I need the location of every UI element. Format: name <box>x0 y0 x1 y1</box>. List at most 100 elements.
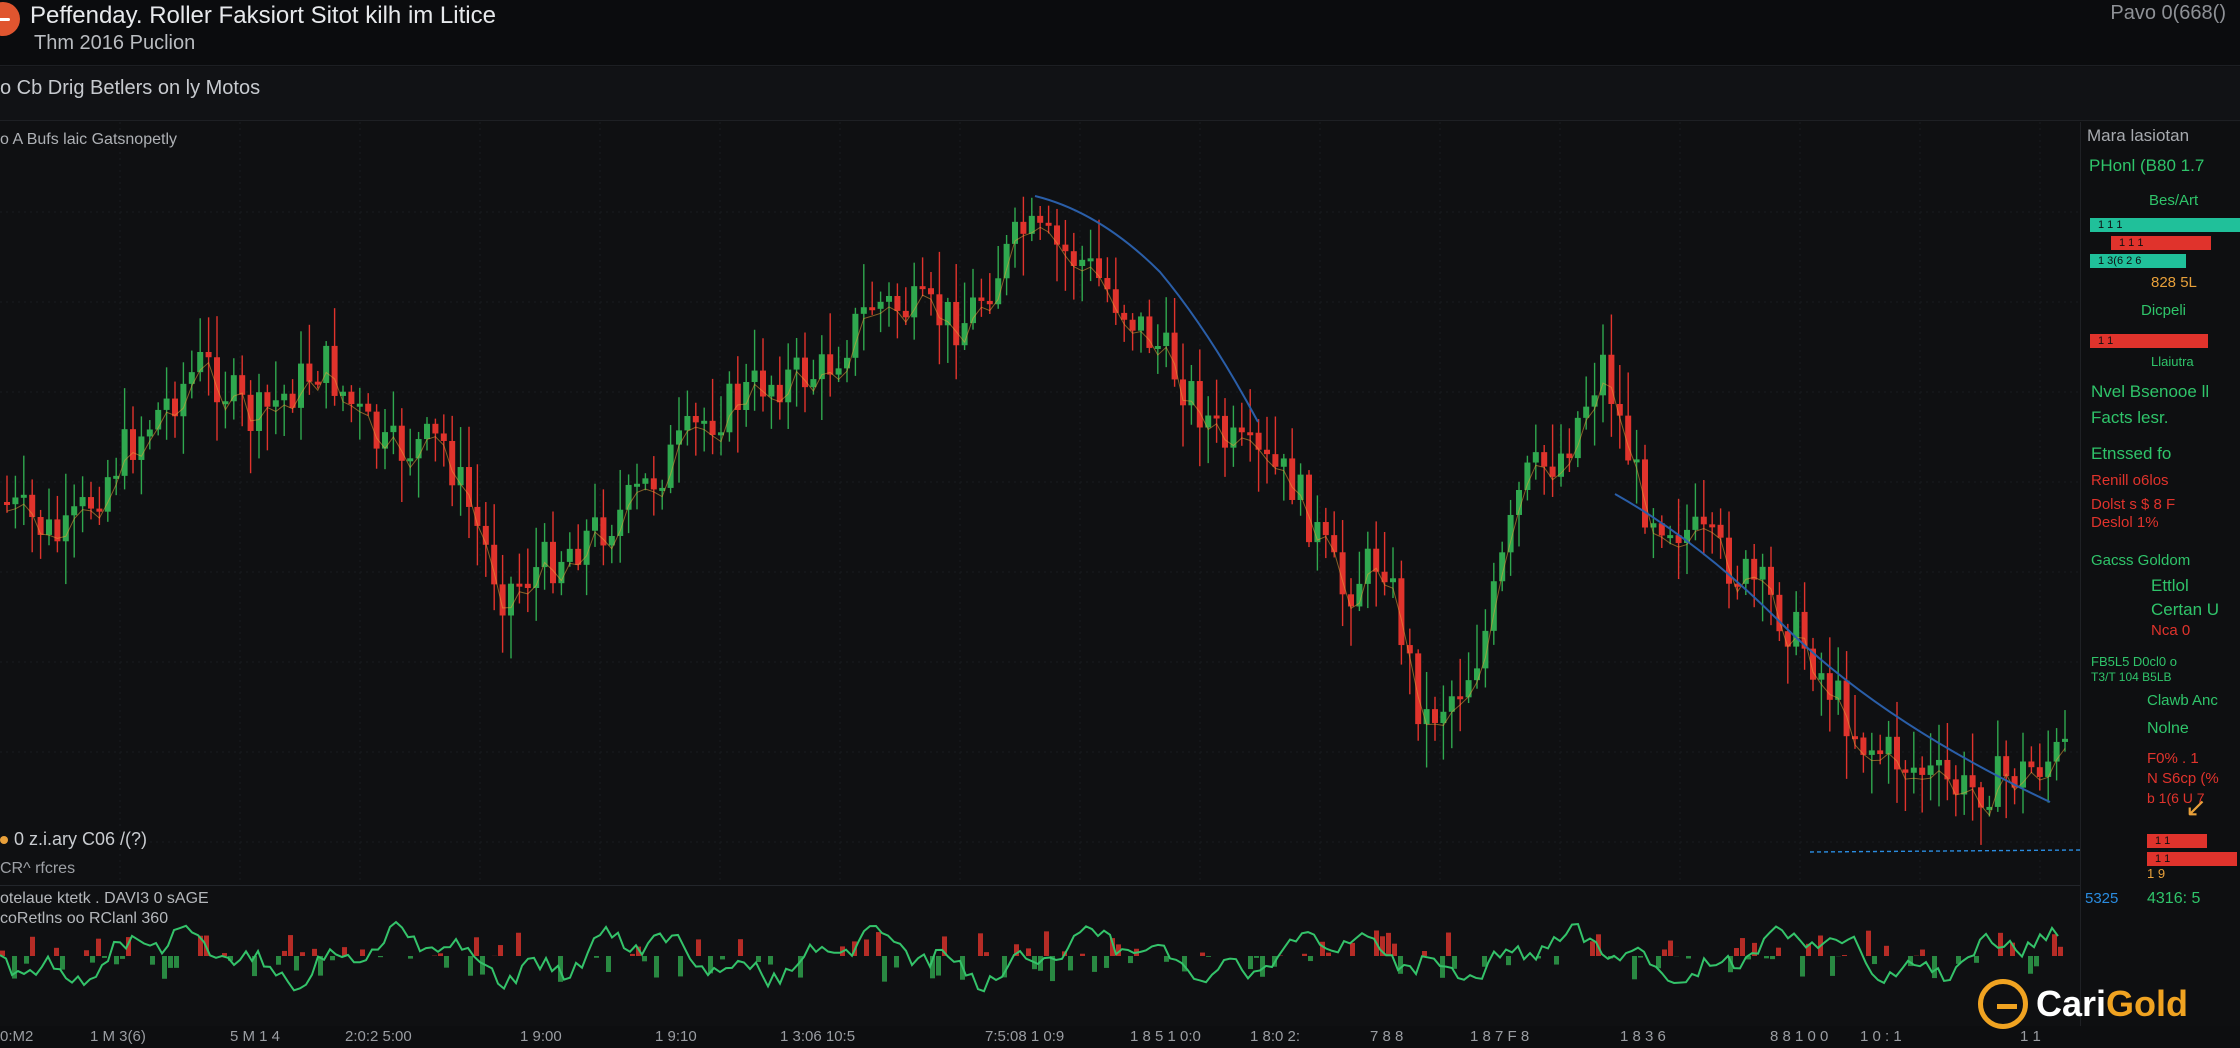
brand-name-part-2: Gold <box>2106 983 2189 1024</box>
histogram-bar <box>936 956 941 976</box>
candle-body <box>1549 466 1556 477</box>
panel-estimated: Etnssed fo <box>2091 444 2172 463</box>
histogram-bar <box>54 947 59 956</box>
candle-body <box>62 515 69 542</box>
price-chart-pane[interactable]: o A Bufs laic Gatsnopetly 0 z.i.ary C06 … <box>0 122 2080 884</box>
panel-delta: Dolst s $ 8 F <box>2091 496 2176 513</box>
time-axis[interactable]: 0:M2 1 M 3(6) 5 M 1 4 2:0:2 5:00 1 9:00 1 9:1… <box>0 1026 2240 1048</box>
histogram-bar <box>768 956 773 965</box>
panel-chart-anc: Clawb Anc <box>2147 692 2218 709</box>
candle-body <box>1238 427 1245 433</box>
candle-body <box>1364 548 1371 584</box>
candle-body <box>1448 696 1455 712</box>
histogram-bar <box>1884 945 1889 956</box>
histogram-bar <box>468 956 473 976</box>
candle-body <box>709 420 716 435</box>
histogram-bar <box>1452 956 1457 969</box>
panel-liquidity: Llaiutra <box>2151 354 2194 369</box>
histogram-bar <box>1044 931 1049 956</box>
panel-value: 828 5L <box>2151 274 2197 291</box>
candle-body <box>146 429 153 437</box>
panel-depth: Dicpeli <box>2141 302 2187 319</box>
candle-body <box>760 370 766 397</box>
candle-body <box>298 363 304 408</box>
histogram-bar <box>882 956 887 982</box>
candle-body <box>566 548 573 562</box>
candle-body <box>1196 381 1203 428</box>
ask-bar[interactable]: 1 1 1 <box>2111 236 2211 250</box>
candlestick-chart[interactable] <box>0 122 2080 884</box>
candle-body <box>1087 258 1094 262</box>
candle-body <box>928 288 934 295</box>
oscillator-chart[interactable] <box>0 886 2080 1026</box>
window-title: Peffenday. Roller Faksiort Sitot kilh im… <box>30 2 496 29</box>
histogram-bar <box>1920 949 1925 956</box>
candle-body <box>1465 680 1472 698</box>
price-level-line <box>1809 849 2080 853</box>
signal-bar-1[interactable]: 1 1 <box>2147 834 2207 848</box>
time-axis-label: 1 9:00 <box>520 1028 562 1045</box>
candle-body <box>1952 779 1959 795</box>
candle-body <box>1793 611 1800 647</box>
candle-body <box>197 351 204 373</box>
candle-body <box>835 368 842 375</box>
signal-bar-2[interactable]: 1 1 <box>2147 852 2237 866</box>
histogram-bar <box>756 956 761 963</box>
panel-title: Mara lasiotan <box>2087 126 2190 145</box>
histogram-bar <box>1872 956 1877 965</box>
candle-body <box>482 525 489 545</box>
study-sub-label: CR^ rfcres <box>0 860 76 877</box>
candle-body <box>860 307 867 314</box>
candle-body <box>440 433 447 441</box>
histogram-bar <box>1302 953 1307 956</box>
candle-body <box>1583 406 1590 418</box>
panel-none: Nolne <box>2147 720 2189 737</box>
indicator-label: o A Bufs laic Gatsnopetly <box>0 131 177 148</box>
candle-body <box>432 423 439 434</box>
oscillator-pane[interactable]: otelaue ktetk . DAVI3 0 sAGE coRetlns oo… <box>0 885 2080 1025</box>
candle-body <box>1213 415 1220 419</box>
histogram-bar <box>1590 941 1595 956</box>
candle-body <box>1532 452 1539 463</box>
candle-body <box>264 392 271 407</box>
candle-body <box>1096 258 1102 279</box>
histogram-bar <box>1932 956 1937 979</box>
candle-body <box>407 458 414 462</box>
bid-bar[interactable]: 1 1 1 <box>2090 218 2240 232</box>
brand-watermark: CariGold <box>1978 979 2188 1029</box>
symbol-label[interactable]: o Cb Drig Betlers on ly Motos <box>0 77 260 100</box>
candle-body <box>2036 767 2043 777</box>
panel-stats-1: FB5L5 D0cl0 o <box>2091 654 2177 669</box>
histogram-bar <box>120 956 125 959</box>
histogram-bar <box>330 956 335 961</box>
volume-bar[interactable]: 1 3(6 2 6 <box>2090 254 2186 268</box>
candle-body <box>2062 738 2068 742</box>
candle-body <box>230 375 237 402</box>
histogram-bar <box>1740 938 1745 956</box>
candle-body <box>1877 750 1884 755</box>
candle-body <box>1709 524 1716 528</box>
histogram-bar <box>1668 940 1673 956</box>
depth-bar[interactable]: 1 1 <box>2090 334 2208 348</box>
candle-body <box>936 294 943 326</box>
histogram-bar <box>876 932 881 956</box>
time-axis-label: 1 3:06 10:5 <box>780 1028 856 1045</box>
panel-pct: F0% . 1 <box>2147 750 2199 767</box>
histogram-bar <box>1068 956 1073 971</box>
brand-name: CariGold <box>2036 983 2188 1025</box>
histogram-bar <box>678 956 683 977</box>
osc-left-value: 5325 <box>2085 890 2119 907</box>
candle-body <box>281 393 288 401</box>
candle-body <box>214 357 220 403</box>
moving-average-line <box>6 226 2066 817</box>
market-side-panel: Mara lasiotan PHonl (B80 1.7 Bes/Art 1 1… <box>2080 122 2240 1026</box>
histogram-bar <box>1638 956 1643 958</box>
panel-ettlol: Ettlol <box>2151 576 2189 595</box>
candle-body <box>12 497 19 505</box>
candle-body <box>356 403 363 407</box>
candle-body <box>1272 454 1279 467</box>
candle-body <box>650 478 657 490</box>
histogram-bar <box>174 956 179 968</box>
app-logo-icon[interactable] <box>0 2 20 36</box>
histogram-bar <box>168 956 173 968</box>
